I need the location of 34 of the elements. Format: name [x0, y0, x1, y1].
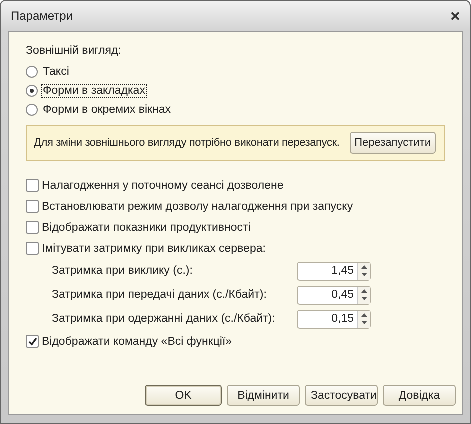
dialog-button[interactable]: Відмінити: [227, 385, 300, 406]
checkbox-label: Відображати показники продуктивності: [42, 222, 251, 234]
radio-label[interactable]: Форми в закладках: [41, 84, 148, 98]
checkbox[interactable]: [26, 242, 39, 255]
dialog-button[interactable]: Довідка: [383, 385, 456, 406]
spin-arrows-icon[interactable]: [357, 262, 370, 280]
radio-label[interactable]: Форми в окремих вікнах: [41, 102, 174, 116]
restart-button[interactable]: Перезапустити: [350, 132, 436, 154]
checkbox-label: Налагодження у поточному сеансі дозволене: [42, 180, 284, 192]
number-field[interactable]: 0,45: [297, 286, 371, 304]
radio-button[interactable]: [26, 66, 38, 78]
radio-label[interactable]: Таксі: [41, 64, 72, 78]
checkbox[interactable]: [26, 200, 39, 213]
field-label: Затримка при передачі даних (с./Кбайт):: [52, 289, 267, 301]
field-label: Затримка при виклику (с.):: [52, 265, 193, 277]
radio-button[interactable]: [26, 104, 38, 116]
spin-arrows-icon[interactable]: [357, 310, 370, 328]
checkbox-label: Відображати команду «Всі функції»: [42, 336, 232, 348]
checkbox-label: Імітувати затримку при викликах сервера:: [42, 242, 266, 254]
number-field[interactable]: 0,15: [297, 310, 371, 328]
dialog-button[interactable]: Застосувати: [305, 385, 378, 406]
section-label: Зовнішній вигляд:: [26, 45, 122, 59]
dialog-button[interactable]: OK: [145, 385, 222, 406]
field-label: Затримка при одержанні даних (с./Кбайт):: [52, 313, 276, 325]
window-title: Параметри: [11, 9, 74, 23]
radio-button[interactable]: [26, 84, 38, 96]
number-field[interactable]: 1,45: [297, 262, 371, 280]
close-button[interactable]: ✕: [450, 8, 461, 24]
checkbox[interactable]: [26, 179, 39, 192]
checkbox-label: Встановлювати режим дозволу налагодження при запуску: [42, 200, 354, 212]
spin-arrows-icon[interactable]: [357, 286, 370, 304]
checkbox[interactable]: [26, 335, 39, 348]
notice-text: Для зміни зовнішнього вигляду потрібно виконати перезапуск.: [34, 137, 340, 149]
checkbox[interactable]: [26, 221, 39, 234]
